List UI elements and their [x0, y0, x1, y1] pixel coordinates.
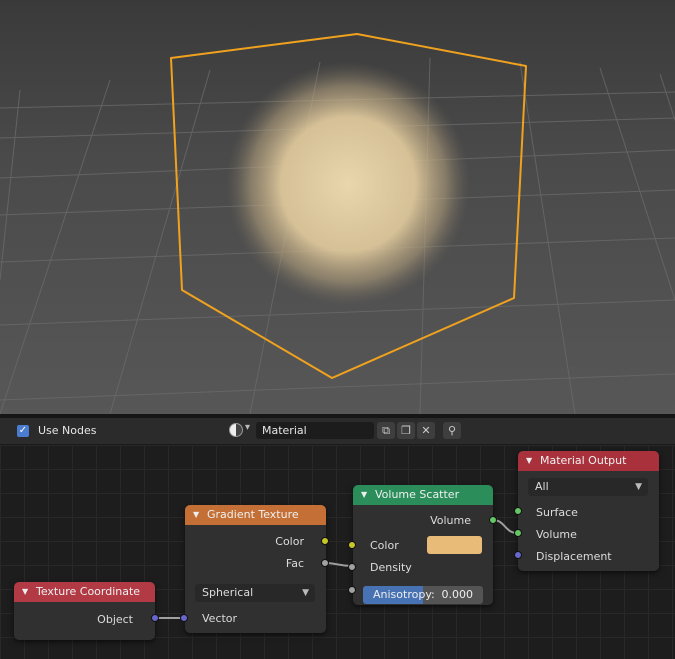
- node-editor-canvas[interactable]: Texture Coordinate Object Gradient Textu…: [0, 445, 675, 659]
- socket-object-output[interactable]: [151, 614, 159, 622]
- input-displacement-label: Displacement: [536, 550, 612, 563]
- viewport-scene: [0, 33, 675, 414]
- node-editor-header: ✓ Use Nodes ▾ Material ⧉ ❐ ✕ ⚲: [0, 418, 675, 445]
- use-nodes-label: Use Nodes: [38, 424, 97, 437]
- input-volume-label: Volume: [536, 528, 577, 541]
- material-name-field[interactable]: Material: [256, 422, 374, 439]
- duplicate-icon[interactable]: ❐: [397, 422, 415, 439]
- output-object-label: Object: [97, 613, 133, 626]
- socket-displacement-input[interactable]: [514, 551, 522, 559]
- chevron-down-icon[interactable]: ▾: [245, 422, 250, 433]
- socket-surface-input[interactable]: [514, 507, 522, 515]
- anisotropy-value: 0.000: [441, 588, 474, 601]
- node-title[interactable]: Gradient Texture: [185, 505, 326, 525]
- socket-color-input[interactable]: [348, 541, 356, 549]
- texture-coordinate-node[interactable]: Texture Coordinate Object: [14, 582, 155, 640]
- socket-fac-output[interactable]: [321, 559, 329, 567]
- node-title[interactable]: Volume Scatter: [353, 485, 493, 505]
- volume-color-swatch[interactable]: [427, 536, 482, 554]
- volume-scatter-node[interactable]: Volume Scatter Volume Color Density Anis…: [353, 485, 493, 605]
- socket-anisotropy-input[interactable]: [348, 586, 356, 594]
- gradient-type-value: Spherical: [202, 586, 254, 599]
- output-target-dropdown[interactable]: All ▼: [528, 478, 648, 496]
- node-title[interactable]: Texture Coordinate: [14, 582, 155, 602]
- input-vector-label: Vector: [202, 612, 238, 625]
- browse-icon[interactable]: ⧉: [377, 422, 395, 439]
- output-target-value: All: [535, 480, 549, 493]
- input-surface-label: Surface: [536, 506, 578, 519]
- node-title[interactable]: Material Output: [518, 451, 659, 471]
- chevron-down-icon: ▼: [302, 588, 309, 598]
- socket-volume-output[interactable]: [489, 516, 497, 524]
- output-color-label: Color: [275, 535, 304, 548]
- input-color-label: Color: [370, 539, 399, 552]
- chevron-down-icon: ▼: [635, 482, 642, 492]
- anisotropy-slider[interactable]: Anisotropy: 0.000: [363, 586, 483, 604]
- gradient-type-dropdown[interactable]: Spherical ▼: [195, 584, 315, 602]
- pin-icon[interactable]: ⚲: [443, 422, 461, 439]
- socket-density-input[interactable]: [348, 563, 356, 571]
- volume-sphere: [226, 62, 470, 306]
- socket-vector-input[interactable]: [180, 614, 188, 622]
- socket-color-output[interactable]: [321, 537, 329, 545]
- output-volume-label: Volume: [430, 514, 471, 527]
- material-output-node[interactable]: Material Output All ▼ Surface Volume Dis…: [518, 451, 659, 571]
- anisotropy-label: Anisotropy:: [373, 588, 435, 601]
- 3d-viewport[interactable]: [0, 0, 675, 414]
- material-sphere-icon[interactable]: [229, 423, 243, 437]
- gradient-texture-node[interactable]: Gradient Texture Color Fac Spherical ▼ V…: [185, 505, 326, 633]
- socket-volume-input[interactable]: [514, 529, 522, 537]
- input-density-label: Density: [370, 561, 412, 574]
- close-icon[interactable]: ✕: [417, 422, 435, 439]
- output-fac-label: Fac: [285, 557, 304, 570]
- use-nodes-checkbox[interactable]: ✓: [17, 425, 29, 437]
